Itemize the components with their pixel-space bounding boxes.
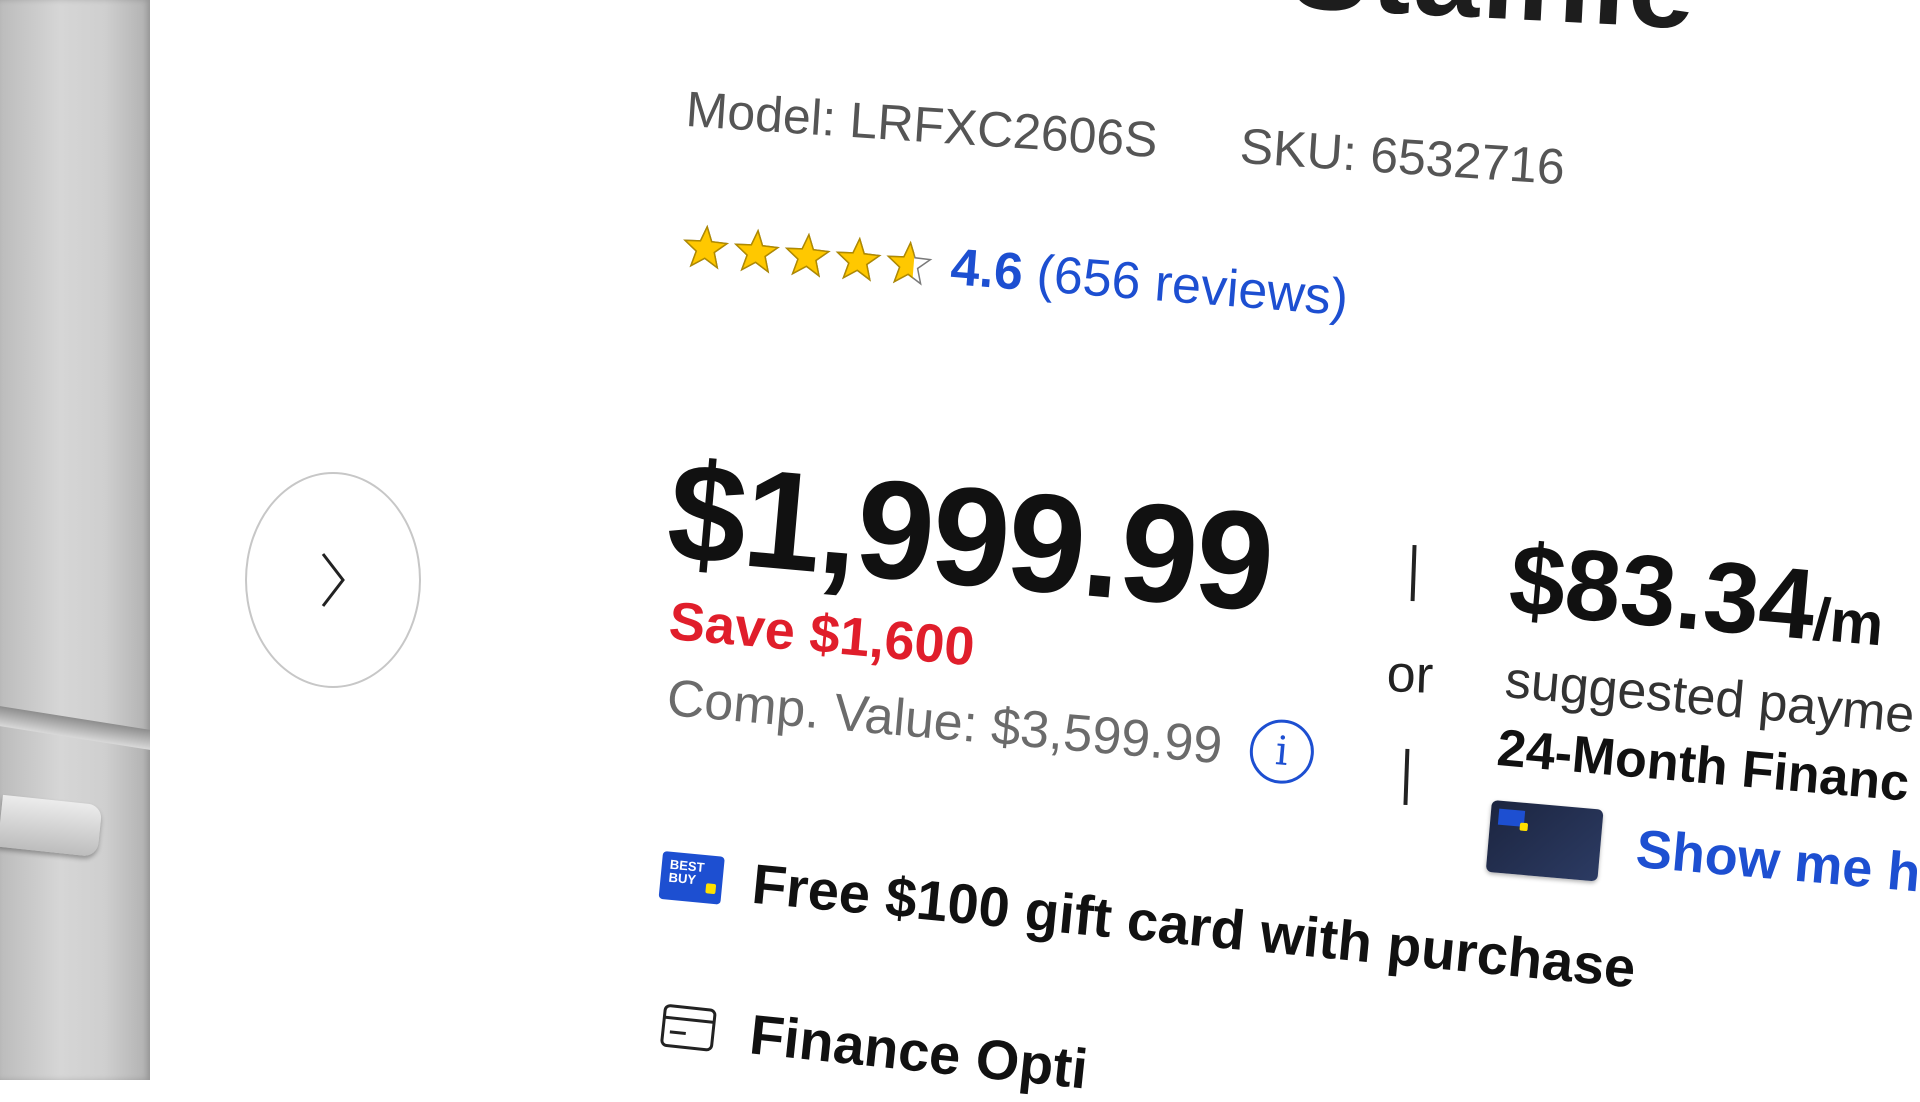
credit-card-icon [660, 1003, 717, 1051]
star-icon [886, 240, 933, 286]
monthly-suffix: /m [1810, 585, 1887, 659]
model-sku-line: Model: LRFXC2606S SKU: 6532716 [684, 80, 1566, 196]
monthly-amount: $83.34 [1505, 522, 1820, 662]
model-value: LRFXC2606S [847, 91, 1160, 169]
rating-row[interactable]: 4.6 (656 reviews) [679, 216, 1350, 328]
rating-value: 4.6 [948, 238, 1026, 302]
divider-or: or [1385, 645, 1435, 705]
product-title: Stainle [1287, 0, 1701, 57]
star-icon [733, 228, 780, 274]
star-icon [683, 224, 730, 270]
show-me-how-row[interactable]: Show me h [1485, 800, 1920, 909]
divider-line-top [1410, 545, 1417, 602]
product-info-panel: Stainle Model: LRFXC2606S SKU: 6532716 4… [0, 0, 1920, 1101]
sku-label: SKU: [1238, 117, 1359, 182]
info-icon[interactable]: i [1247, 716, 1317, 787]
price-divider: or [1375, 544, 1444, 806]
monthly-price: $83.34/m [1505, 522, 1889, 669]
model-label: Model: [684, 80, 838, 147]
star-rating [680, 222, 935, 290]
star-icon [784, 232, 831, 278]
best-buy-logo: BEST BUY [658, 850, 725, 905]
comp-value-label: Comp. Value: [664, 668, 980, 754]
show-me-how-link[interactable]: Show me h [1634, 818, 1920, 905]
sku-value: 6532716 [1368, 126, 1567, 196]
divider-line-bottom [1403, 748, 1410, 805]
star-icon [835, 236, 882, 282]
reviews-link[interactable]: (656 reviews) [1034, 244, 1351, 328]
comp-value-row: Comp. Value: $3,599.99 i [664, 666, 1317, 787]
finance-options-row[interactable]: Finance Opti [657, 992, 1091, 1102]
card-image [1485, 800, 1604, 882]
comp-value-amount: $3,599.99 [989, 697, 1225, 776]
finance-options-text: Finance Opti [746, 1002, 1091, 1101]
